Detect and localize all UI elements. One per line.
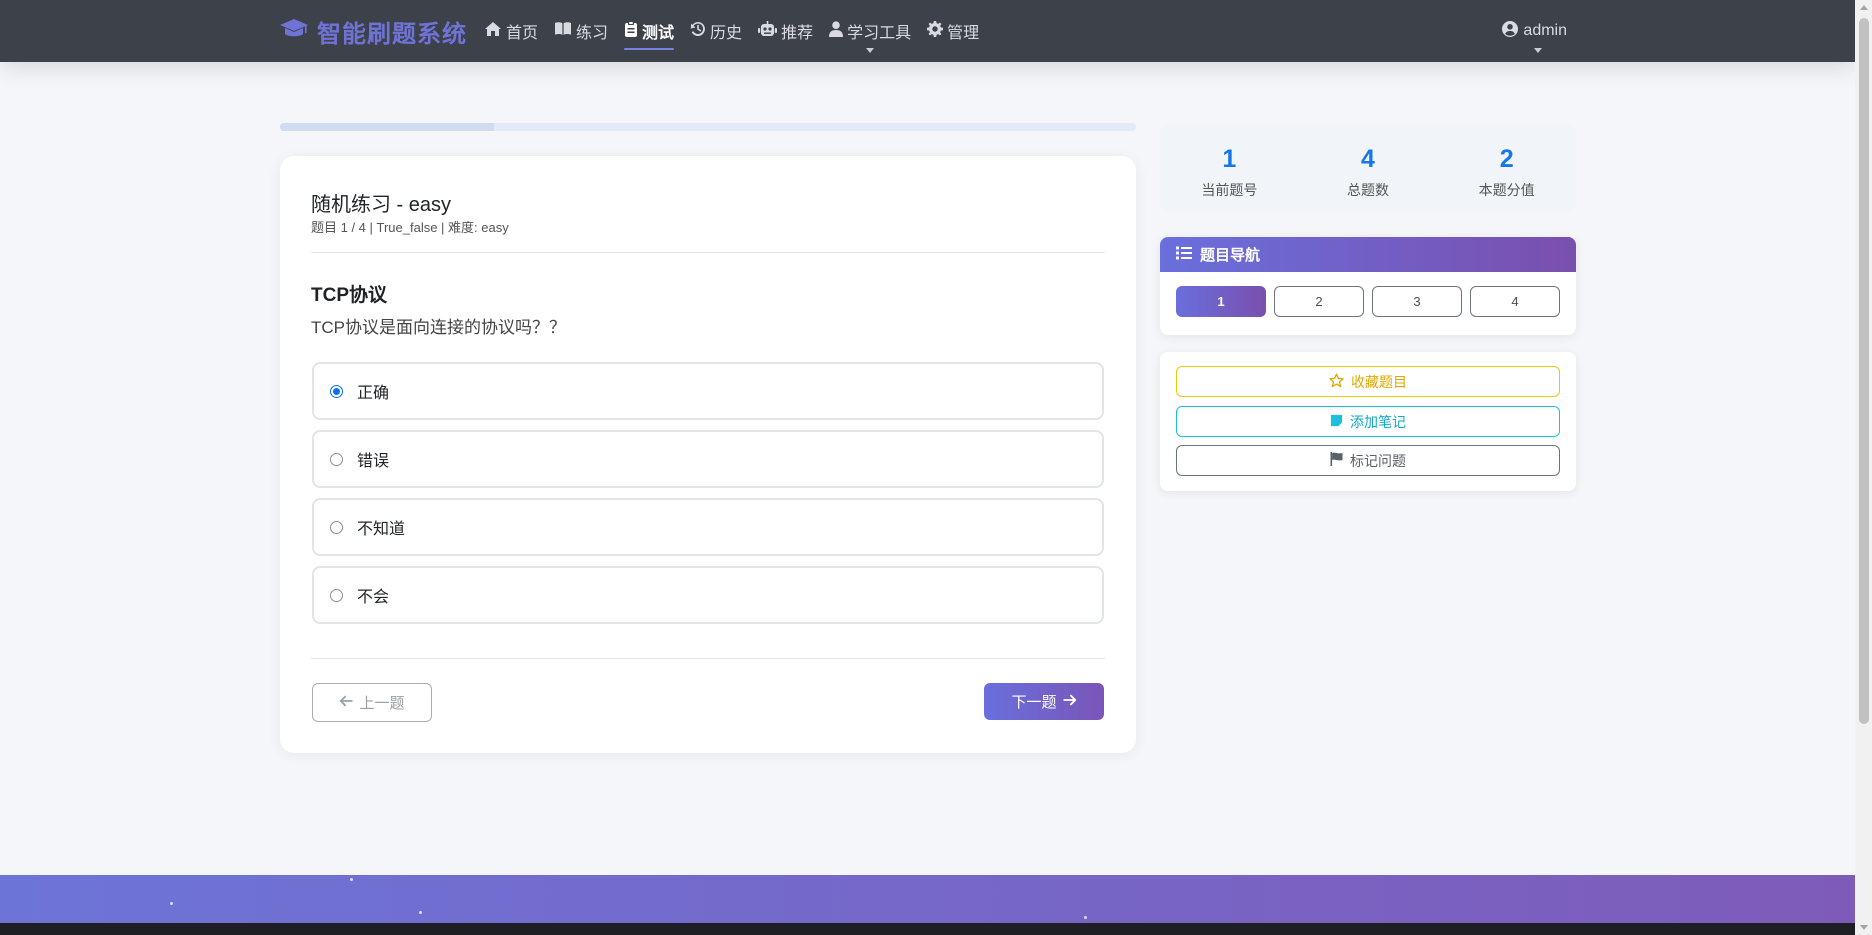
brand[interactable]: 智能刷题系统: [279, 14, 467, 48]
stat-value: 4: [1361, 145, 1375, 173]
nav-item-admin[interactable]: 管理: [927, 0, 979, 62]
quiz-title: 随机练习 - easy: [311, 194, 452, 216]
question-actions-card: 收藏题目 添加笔记 标记问题: [1160, 352, 1576, 491]
user-icon: [829, 20, 844, 42]
history-icon: [690, 21, 706, 42]
stat-label: 总题数: [1347, 182, 1389, 198]
question-number-button[interactable]: 3: [1372, 286, 1462, 317]
footer-band: [0, 875, 1855, 923]
question-card: 随机练习 - easy 题目 1 / 4 | True_false | 难度: …: [280, 156, 1136, 753]
divider: [311, 658, 1105, 659]
question-navigation-header: 题目导航: [1160, 237, 1576, 272]
robot-icon: [758, 20, 778, 42]
star-icon: [1329, 372, 1344, 391]
add-note-button[interactable]: 添加笔记: [1176, 406, 1560, 437]
prev-question-button[interactable]: 上一题: [312, 683, 432, 722]
answer-option[interactable]: 不知道: [312, 498, 1104, 556]
chevron-down-icon: [866, 48, 875, 53]
answer-option[interactable]: 错误: [312, 430, 1104, 488]
graduation-cap-icon: [279, 18, 309, 45]
nav-item-label: 练习: [576, 25, 609, 42]
option-label: 不会: [357, 589, 390, 606]
favorite-button[interactable]: 收藏题目: [1176, 366, 1560, 397]
sticky-note-icon: [1330, 414, 1343, 430]
radio-button[interactable]: [330, 588, 343, 602]
flag-question-label: 标记问题: [1350, 452, 1406, 469]
question-number-list: 1 2 3 4: [1160, 272, 1576, 317]
decorative-dot: [350, 878, 353, 881]
brand-name: 智能刷题系统: [317, 20, 467, 48]
flag-question-button[interactable]: 标记问题: [1176, 445, 1560, 476]
progress-bar: [280, 123, 1136, 131]
username: admin: [1523, 22, 1567, 39]
nav-item-recommend[interactable]: 推荐: [758, 0, 813, 62]
divider: [311, 252, 1105, 253]
question-stats: 1 当前题号 4 总题数 2 本题分值: [1160, 123, 1576, 213]
stat-label: 当前题号: [1201, 182, 1258, 198]
home-icon: [484, 21, 502, 42]
option-label: 不知道: [357, 521, 406, 538]
chevron-down-icon: [1533, 48, 1542, 53]
nav-item-test[interactable]: 测试: [624, 0, 675, 62]
list-icon: [1176, 246, 1192, 264]
question-number-button[interactable]: 2: [1274, 286, 1364, 317]
nav-item-label: 学习工具: [847, 25, 912, 42]
question-text: TCP协议是面向连接的协议吗？？: [311, 318, 566, 337]
question-heading: TCP协议: [311, 285, 388, 306]
prev-question-label: 上一题: [359, 695, 405, 712]
add-note-label: 添加笔记: [1350, 413, 1406, 430]
arrow-left-icon: [339, 694, 353, 711]
nav-item-label: 首页: [506, 25, 539, 42]
favorite-label: 收藏题目: [1351, 373, 1407, 390]
flag-icon: [1330, 452, 1343, 469]
progress-fill: [280, 123, 494, 131]
gear-icon: [927, 20, 944, 42]
scroll-down-arrow-icon[interactable]: [1860, 925, 1868, 930]
option-label: 错误: [357, 453, 390, 470]
book-icon: [554, 21, 572, 41]
answer-option[interactable]: 正确: [312, 362, 1104, 420]
main-nav: 首页 练习 测试 历史 推荐 学习工具 管理: [484, 0, 995, 62]
stat-label: 本题分值: [1478, 182, 1535, 198]
stat-value: 1: [1222, 145, 1237, 173]
decorative-dot: [1084, 916, 1087, 919]
footer-bottom: [0, 923, 1855, 935]
nav-item-label: 管理: [947, 25, 980, 42]
answer-option[interactable]: 不会: [312, 566, 1104, 624]
question-navigation-title: 题目导航: [1200, 247, 1261, 264]
next-question-button[interactable]: 下一题: [984, 683, 1104, 720]
decorative-dot: [419, 911, 422, 914]
user-menu[interactable]: admin: [1502, 0, 1567, 62]
nav-item-label: 测试: [642, 25, 675, 42]
radio-button[interactable]: [330, 452, 343, 466]
vertical-scrollbar[interactable]: [1855, 0, 1872, 935]
stat-value: 2: [1499, 145, 1514, 173]
clipboard-icon: [624, 20, 638, 42]
option-label: 正确: [357, 385, 390, 402]
nav-item-study-tools[interactable]: 学习工具: [829, 0, 911, 62]
question-meta: 题目 1 / 4 | True_false | 难度: easy: [311, 220, 509, 235]
question-number-button[interactable]: 1: [1176, 286, 1266, 317]
nav-item-label: 历史: [710, 25, 743, 42]
radio-button[interactable]: [330, 520, 343, 534]
question-navigation-card: 题目导航 1 2 3 4: [1160, 237, 1576, 335]
stat-question-score: 2 本题分值: [1437, 123, 1576, 213]
user-circle-icon: [1502, 20, 1519, 42]
question-number-button[interactable]: 4: [1470, 286, 1560, 317]
nav-item-home[interactable]: 首页: [484, 0, 538, 62]
scroll-up-arrow-icon[interactable]: [1860, 5, 1868, 10]
decorative-dot: [170, 902, 173, 905]
arrow-right-icon: [1063, 693, 1077, 710]
top-navbar: 智能刷题系统 首页 练习 测试 历史 推荐 学习工具 管理 admin: [0, 0, 1855, 62]
stat-total-questions: 4 总题数: [1299, 123, 1438, 213]
nav-item-history[interactable]: 历史: [690, 0, 742, 62]
scrollbar-thumb[interactable]: [1859, 18, 1869, 724]
nav-item-practice[interactable]: 练习: [554, 0, 608, 62]
stat-current-question: 1 当前题号: [1160, 123, 1299, 213]
nav-item-label: 推荐: [781, 25, 814, 42]
radio-button-checked[interactable]: [330, 384, 343, 398]
next-question-label: 下一题: [1011, 694, 1057, 711]
